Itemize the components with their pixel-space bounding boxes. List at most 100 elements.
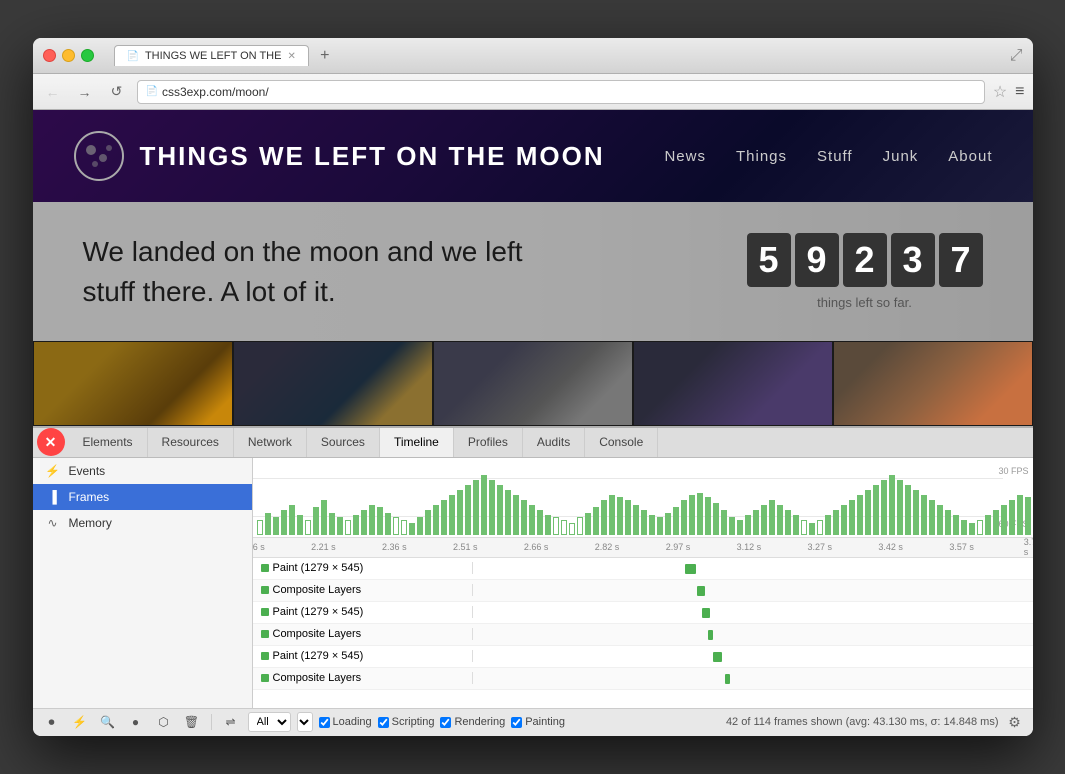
fps-bar: [273, 517, 279, 535]
event-bar-4: [473, 624, 1033, 645]
event-color-4: [261, 630, 269, 638]
tab-audits[interactable]: Audits: [523, 428, 585, 457]
loading-label: Loading: [333, 716, 372, 728]
refresh-button[interactable]: ↺: [105, 80, 129, 104]
search-button[interactable]: 🔍: [97, 711, 119, 733]
thumbnail-3[interactable]: [433, 341, 633, 426]
fps-bar: [353, 515, 359, 535]
fps-bar: [873, 485, 879, 535]
browser-window: 📄 THINGS WE LEFT ON THE ✕ + ⤢ ← → ↺ 📄 cs…: [33, 38, 1033, 735]
settings-button[interactable]: ⚙: [1005, 712, 1025, 732]
nav-news[interactable]: News: [664, 148, 706, 165]
fps-bar: [465, 485, 471, 535]
event-segment: [725, 674, 731, 684]
devtools-close-button[interactable]: ✕: [37, 428, 65, 456]
fps-bar: [1001, 505, 1007, 535]
bookmark-button[interactable]: ☆: [993, 82, 1007, 102]
new-tab-button[interactable]: +: [313, 44, 337, 68]
fps-bar: [449, 495, 455, 535]
fps-bar: [569, 523, 575, 535]
clear-button[interactable]: ⚡: [69, 711, 91, 733]
nav-about[interactable]: About: [948, 148, 992, 165]
painting-checkbox[interactable]: [511, 717, 522, 728]
devtools-sidebar: ⚡ Events ▐ Frames ∿ Memory: [33, 458, 253, 708]
event-segment: [713, 652, 721, 662]
tab-profiles[interactable]: Profiles: [454, 428, 523, 457]
record-circle-button[interactable]: ●: [125, 711, 147, 733]
minimize-button[interactable]: [62, 49, 75, 62]
nav-things[interactable]: Things: [736, 148, 787, 165]
traffic-lights: [43, 49, 94, 62]
stop-button[interactable]: ⬡: [153, 711, 175, 733]
nav-junk[interactable]: Junk: [883, 148, 919, 165]
loading-checkbox[interactable]: [319, 717, 330, 728]
fps-bar: [417, 517, 423, 535]
tab-elements[interactable]: Elements: [69, 428, 148, 457]
mode-button[interactable]: ⇌: [220, 711, 242, 733]
browser-tab[interactable]: 📄 THINGS WE LEFT ON THE ✕: [114, 45, 309, 66]
rendering-filter[interactable]: Rendering: [440, 716, 505, 728]
fps-bar: [793, 515, 799, 535]
forward-button[interactable]: →: [73, 80, 97, 104]
fps-bar: [441, 500, 447, 535]
filter-select[interactable]: All: [248, 712, 291, 732]
fps-bar: [969, 523, 975, 535]
fps-bar: [585, 513, 591, 535]
tab-close-button[interactable]: ✕: [287, 51, 295, 62]
time-tick-4: 2.66 s: [524, 542, 549, 552]
nav-stuff[interactable]: Stuff: [817, 148, 853, 165]
loading-filter[interactable]: Loading: [319, 716, 372, 728]
tab-timeline[interactable]: Timeline: [380, 428, 454, 457]
digit-3: 2: [843, 233, 887, 287]
sidebar-item-frames[interactable]: ▐ Frames: [33, 484, 252, 510]
digit-4: 3: [891, 233, 935, 287]
expand-icon[interactable]: ⤢: [1010, 47, 1023, 65]
table-row: Paint (1279 × 545): [253, 602, 1033, 624]
timeline-content: 30 FPS 60 FPS 2.06 s2.21 s2.36 s2.51 s2.…: [253, 458, 1033, 708]
close-button[interactable]: [43, 49, 56, 62]
fps-bar: [481, 475, 487, 535]
sidebar-item-memory[interactable]: ∿ Memory: [33, 510, 252, 536]
fps-bar: [409, 523, 415, 535]
url-text: css3exp.com/moon/: [162, 85, 269, 99]
fps-bar: [993, 510, 999, 535]
tab-sources[interactable]: Sources: [307, 428, 380, 457]
filter-dropdown[interactable]: ▼: [297, 712, 313, 732]
painting-filter[interactable]: Painting: [511, 716, 565, 728]
event-label-6: Composite Layers: [253, 672, 473, 684]
tab-resources[interactable]: Resources: [148, 428, 234, 457]
delete-button[interactable]: 🗑: [181, 711, 203, 733]
devtools-main: ⚡ Events ▐ Frames ∿ Memory 30 FPS 60 FPS: [33, 458, 1033, 708]
tab-title: THINGS WE LEFT ON THE: [145, 50, 282, 62]
fps-bar: [745, 515, 751, 535]
fps-bar: [809, 523, 815, 535]
fps-bar: [553, 517, 559, 535]
fps-bar: [705, 497, 711, 535]
scripting-checkbox[interactable]: [378, 717, 389, 728]
fps-30-label: 30 FPS: [998, 466, 1028, 476]
event-segment: [697, 586, 705, 596]
thumbnail-4[interactable]: [633, 341, 833, 426]
thumbnail-2[interactable]: [233, 341, 433, 426]
events-icon: ⚡: [45, 464, 61, 478]
site-navigation: News Things Stuff Junk About: [664, 148, 992, 165]
back-icon: ←: [46, 84, 60, 100]
scripting-filter[interactable]: Scripting: [378, 716, 435, 728]
fps-bar: [929, 500, 935, 535]
record-button[interactable]: ⏺: [41, 711, 63, 733]
event-color-6: [261, 674, 269, 682]
menu-button[interactable]: ≡: [1015, 83, 1024, 101]
sidebar-item-events[interactable]: ⚡ Events: [33, 458, 252, 484]
address-bar[interactable]: 📄 css3exp.com/moon/: [137, 80, 985, 104]
fps-bar: [961, 520, 967, 535]
tab-network[interactable]: Network: [234, 428, 307, 457]
event-segment: [708, 630, 714, 640]
table-row: Composite Layers: [253, 580, 1033, 602]
event-bar-6: [473, 668, 1033, 689]
tab-console[interactable]: Console: [585, 428, 658, 457]
thumbnail-5[interactable]: [833, 341, 1033, 426]
back-button[interactable]: ←: [41, 80, 65, 104]
rendering-checkbox[interactable]: [440, 717, 451, 728]
thumbnail-1[interactable]: [33, 341, 233, 426]
maximize-button[interactable]: [81, 49, 94, 62]
